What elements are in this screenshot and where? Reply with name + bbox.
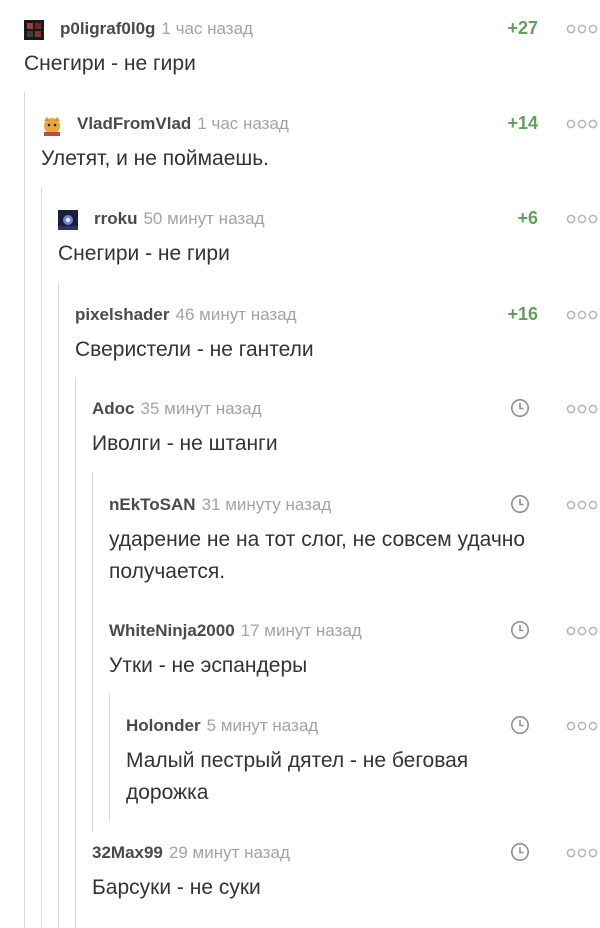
- more-dots-icon[interactable]: [566, 500, 598, 510]
- username-link[interactable]: nEkToSAN 31 минуту назад: [109, 495, 331, 515]
- comment-item: Holonder 5 минут назад Малый пестрый дяте…: [126, 715, 600, 809]
- username-link[interactable]: Adoc 35 минут назад: [92, 399, 262, 419]
- clock-icon: [511, 399, 529, 417]
- thread-line-6: [109, 694, 110, 822]
- username-link[interactable]: Holonder 5 минут назад: [126, 716, 318, 736]
- avatar[interactable]: [24, 20, 44, 40]
- more-dots-icon[interactable]: [566, 24, 598, 34]
- comment-item: nEkToSAN 31 минуту назад ударение не на т…: [109, 494, 600, 588]
- timestamp: 5 минут назад: [206, 716, 319, 735]
- clock-icon: [511, 716, 529, 734]
- comment-item: pixelshader 46 минут назад +16 Сверистели…: [75, 304, 600, 366]
- more-dots-icon[interactable]: [566, 404, 598, 414]
- clock-icon: [511, 495, 529, 513]
- more-dots-icon[interactable]: [566, 848, 598, 858]
- username-link[interactable]: 32Max99 29 минут назад: [92, 843, 290, 863]
- comment-text: Улетят, и не поймаешь.: [41, 147, 269, 170]
- comment-text: Иволги - не штанги: [92, 432, 278, 455]
- comment-text: Снегири - не гири: [24, 52, 196, 75]
- comment-text: Барсуки - не суки: [92, 876, 261, 899]
- comment-item: 32Max99 29 минут назад Барсуки - не суки: [92, 842, 600, 904]
- comment-text: Снегири - не гири: [58, 242, 230, 265]
- thread-line-2: [41, 188, 42, 928]
- rating-value: +16: [507, 304, 538, 324]
- timestamp: 17 минут назад: [240, 621, 362, 640]
- rating-value: +6: [517, 208, 538, 228]
- thread-line-4: [75, 378, 76, 928]
- timestamp: 50 минут назад: [143, 209, 265, 228]
- thread-line-5: [92, 472, 93, 832]
- comment-text: Сверистели - не гантели: [75, 338, 314, 361]
- username-link[interactable]: pixelshader 46 минут назад: [75, 305, 297, 325]
- thread-line-1: [24, 92, 25, 928]
- more-dots-icon[interactable]: [566, 310, 598, 320]
- comment-item: WhiteNinja2000 17 минут назад Утки - не э…: [109, 620, 600, 682]
- rating-value: +27: [507, 18, 538, 38]
- more-dots-icon[interactable]: [566, 214, 598, 224]
- comment-text: ударение не на тот слог, не совсем удачн…: [109, 528, 526, 583]
- username-link[interactable]: p0ligraf0l0g 1 час назад: [60, 19, 253, 39]
- thread-line-3: [58, 282, 59, 928]
- timestamp: 31 минуту назад: [201, 495, 332, 514]
- timestamp: 46 минут назад: [175, 305, 297, 324]
- clock-icon: [511, 621, 529, 639]
- rating-value: +14: [507, 113, 538, 133]
- timestamp: 35 минут назад: [140, 399, 262, 418]
- more-dots-icon[interactable]: [566, 721, 598, 731]
- username-link[interactable]: rroku 50 минут назад: [94, 209, 265, 229]
- timestamp: 1 час назад: [161, 19, 253, 38]
- clock-icon: [511, 843, 529, 861]
- more-dots-icon[interactable]: [566, 119, 598, 129]
- avatar[interactable]: [58, 210, 78, 230]
- comment-item: Adoc 35 минут назад Иволги - не штанги: [92, 398, 600, 460]
- comment-item: p0ligraf0l0g 1 час назад +27 Снегири - не…: [24, 18, 600, 80]
- timestamp: 1 час назад: [197, 114, 289, 133]
- comment-text: Малый пестрый дятел - не беговая дорожка: [126, 749, 469, 804]
- comment-item: VladFromVlad 1 час назад +14 Улетят, и не…: [41, 113, 600, 175]
- username-link[interactable]: VladFromVlad 1 час назад: [77, 114, 289, 134]
- timestamp: 29 минут назад: [168, 843, 290, 862]
- more-dots-icon[interactable]: [566, 626, 598, 636]
- comment-text: Утки - не эспандеры: [109, 654, 308, 677]
- comment-item: rroku 50 минут назад +6 Снегири - не гири: [58, 208, 600, 270]
- username-link[interactable]: WhiteNinja2000 17 минут назад: [109, 621, 362, 641]
- avatar[interactable]: [41, 115, 61, 136]
